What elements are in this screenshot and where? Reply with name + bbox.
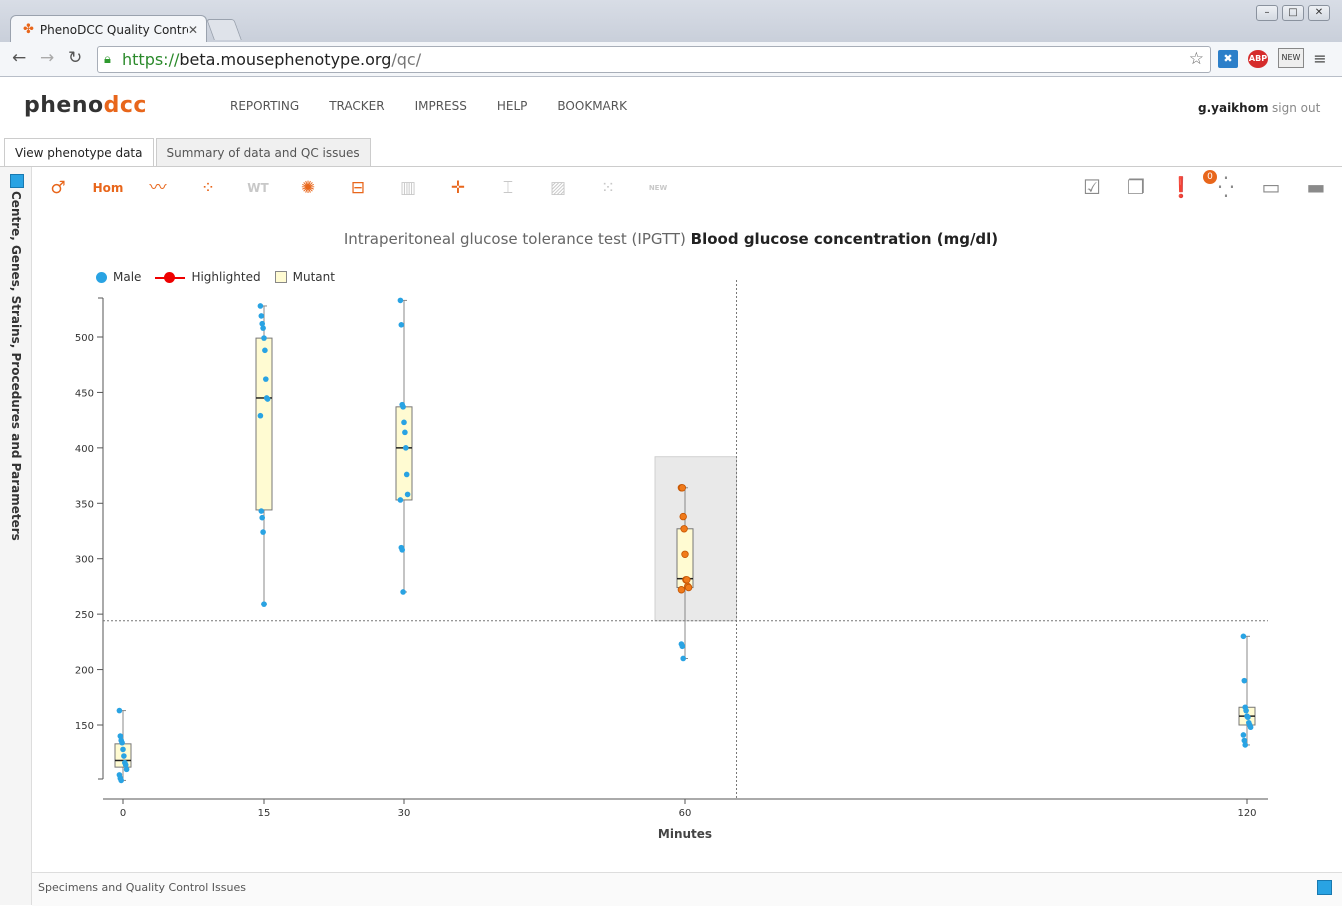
male-data-point [118, 777, 124, 784]
highlighted-data-point [684, 583, 693, 592]
highlighted-data-point [681, 550, 689, 558]
male-data-point [259, 514, 266, 521]
male-data-point [397, 497, 404, 503]
x-tick-label: 0 [120, 808, 126, 819]
y-tick-label: 400 [75, 444, 94, 455]
male-data-point [398, 322, 405, 328]
male-data-point [1243, 707, 1249, 714]
male-data-point [260, 325, 266, 331]
x-axis-label: Minutes [658, 827, 712, 841]
specimens-panel-bar[interactable]: Specimens and Quality Control Issues [32, 872, 1342, 906]
male-data-point [121, 753, 127, 759]
male-data-point [403, 471, 410, 478]
highlighted-data-point [679, 512, 687, 521]
male-data-point [261, 601, 267, 607]
highlighted-data-point [683, 576, 691, 584]
highlighted-data-point [680, 525, 688, 533]
y-tick-label: 250 [75, 610, 94, 621]
male-data-point [400, 589, 406, 595]
male-data-point [403, 445, 409, 451]
male-data-point [397, 297, 404, 304]
y-tick-label: 150 [75, 721, 94, 732]
male-data-point [263, 376, 269, 382]
male-data-point [680, 655, 686, 662]
x-tick-label: 30 [398, 808, 411, 819]
male-data-point [404, 491, 411, 498]
x-tick-label: 60 [679, 808, 692, 819]
highlighted-data-point [677, 586, 686, 594]
male-data-point [261, 335, 267, 341]
male-data-point [399, 547, 406, 553]
male-data-point [401, 419, 407, 426]
male-data-point [257, 412, 264, 419]
male-data-point [258, 508, 265, 514]
male-data-point [262, 347, 268, 354]
y-tick-label: 500 [75, 333, 94, 344]
male-data-point [1242, 742, 1248, 748]
male-data-point [123, 766, 130, 773]
y-tick-label: 200 [75, 666, 94, 677]
male-data-point [258, 313, 265, 319]
y-tick-label: 350 [75, 499, 94, 510]
male-data-point [402, 429, 408, 436]
male-data-point [1240, 633, 1247, 640]
highlighted-data-point [678, 484, 686, 492]
male-data-point [120, 746, 126, 753]
male-data-point [679, 643, 686, 650]
male-data-point [400, 404, 406, 410]
selection-region [654, 456, 738, 622]
male-data-point [1240, 732, 1247, 738]
x-tick-label: 120 [1237, 808, 1256, 819]
male-data-point [119, 739, 125, 746]
male-data-point [260, 529, 266, 535]
y-tick-label: 450 [75, 388, 94, 399]
male-data-point [1241, 677, 1248, 684]
male-data-point [1247, 724, 1254, 731]
specimens-panel-toggle[interactable] [1317, 880, 1332, 895]
specimens-panel-label: Specimens and Quality Control Issues [38, 881, 246, 894]
y-tick-label: 300 [75, 555, 94, 566]
male-data-point [1245, 714, 1251, 721]
x-tick-label: 15 [258, 808, 271, 819]
male-data-point [116, 707, 123, 714]
male-data-point [257, 303, 264, 309]
male-data-point [264, 396, 271, 402]
box-iqr [255, 337, 273, 511]
glucose-chart[interactable]: 150 200 250 300 350 400 450 500 0 15 30 60 120 Minute… [0, 0, 1342, 905]
